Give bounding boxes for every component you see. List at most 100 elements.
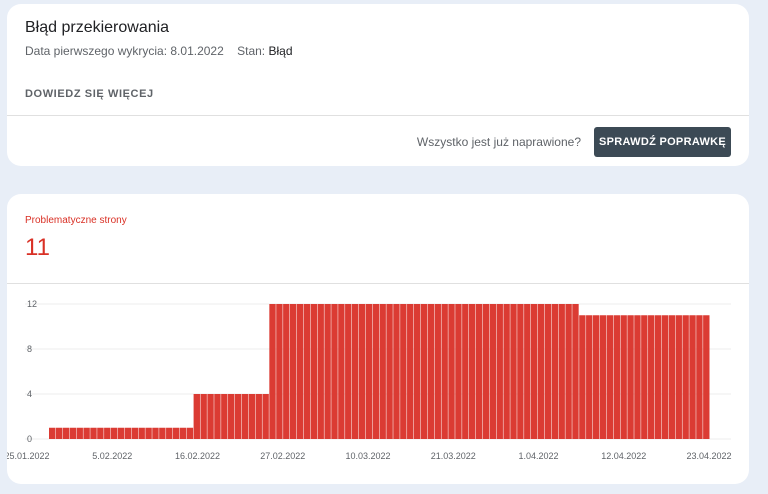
bar	[303, 304, 311, 439]
bar	[289, 304, 297, 439]
bar	[179, 427, 187, 439]
status-value: Błąd	[268, 44, 293, 58]
bar	[641, 315, 648, 439]
bar	[400, 304, 407, 439]
bar	[413, 304, 421, 439]
bar	[83, 427, 90, 439]
bar	[345, 304, 352, 439]
bar	[104, 427, 111, 439]
bar	[517, 304, 524, 439]
bar	[530, 304, 538, 439]
fixed-question: Wszystko jest już naprawione?	[416, 135, 581, 149]
bar	[386, 304, 393, 439]
x-tick-label: 27.02.2022	[260, 451, 305, 461]
x-tick-label: 21.03.2022	[431, 451, 476, 461]
bar	[393, 304, 400, 439]
bar	[475, 304, 483, 439]
bar	[537, 304, 545, 439]
bar	[69, 427, 77, 439]
bar	[696, 315, 703, 439]
problem-pages-count: 11	[25, 234, 50, 261]
bar	[110, 427, 118, 439]
bar	[76, 427, 83, 439]
bar	[579, 315, 586, 439]
bar	[572, 304, 579, 439]
bar	[331, 304, 338, 439]
bar	[434, 304, 441, 439]
issue-meta: Data pierwszego wykrycia: 8.01.2022 Stan…	[25, 44, 293, 58]
bar	[186, 427, 194, 439]
bar	[338, 304, 345, 439]
bar	[228, 394, 235, 439]
bar	[193, 394, 200, 439]
bar	[489, 304, 497, 439]
bar	[558, 304, 565, 439]
bar	[310, 304, 318, 439]
issue-card: Błąd przekierowania Data pierwszego wykr…	[7, 4, 749, 166]
bar	[200, 394, 207, 439]
bar	[599, 315, 607, 439]
chart-card: Problematyczne strony 11 0 4 8 12 25.01.2022…	[7, 194, 749, 484]
bar	[407, 304, 414, 439]
bar	[296, 304, 304, 439]
bar	[586, 315, 593, 439]
bar	[675, 315, 682, 439]
bar	[55, 427, 63, 439]
x-tick-label: 16.02.2022	[175, 451, 220, 461]
bar	[648, 315, 655, 439]
bar	[49, 427, 56, 439]
bar	[166, 427, 173, 439]
bar	[358, 304, 366, 439]
bar	[462, 304, 469, 439]
bar	[455, 304, 462, 439]
bar	[234, 394, 242, 439]
first-detected: Data pierwszego wykrycia: 8.01.2022	[25, 44, 224, 58]
bar	[172, 427, 180, 439]
bar	[689, 315, 696, 439]
y-tick-label: 8	[27, 344, 32, 354]
bar	[551, 304, 559, 439]
bar	[221, 394, 228, 439]
bar	[448, 304, 455, 439]
x-tick-label: 5.02.2022	[92, 451, 132, 461]
bar	[613, 315, 620, 439]
validate-fix-button[interactable]: SPRAWDŹ POPRAWKĘ	[594, 127, 731, 157]
bar	[606, 315, 614, 439]
bar	[510, 304, 517, 439]
bar	[654, 315, 662, 439]
y-tick-label: 0	[27, 434, 32, 444]
bar	[372, 304, 379, 439]
bar	[283, 304, 290, 439]
bar	[207, 394, 214, 439]
bar	[145, 427, 152, 439]
bar	[262, 394, 269, 439]
bar	[634, 315, 641, 439]
bar	[496, 304, 503, 439]
bar	[682, 315, 689, 439]
bar	[317, 304, 324, 439]
bar	[138, 427, 145, 439]
bar	[255, 394, 262, 439]
x-tick-label: 25.01.2022	[7, 451, 50, 461]
bar	[248, 394, 256, 439]
bar	[544, 304, 552, 439]
x-tick-label: 1.04.2022	[518, 451, 558, 461]
bar	[661, 315, 669, 439]
y-tick-label: 4	[27, 389, 32, 399]
problem-pages-label: Problematyczne strony	[25, 215, 127, 226]
bar	[627, 315, 634, 439]
bar	[668, 315, 676, 439]
bar	[241, 394, 249, 439]
bar	[427, 304, 435, 439]
y-tick-label: 12	[27, 299, 37, 309]
bar	[276, 304, 283, 439]
bar	[469, 304, 476, 439]
learn-more-link[interactable]: DOWIEDZ SIĘ WIĘCEJ	[25, 88, 154, 100]
bar	[441, 304, 448, 439]
status-label: Stan:	[237, 44, 266, 58]
bar	[620, 315, 627, 439]
x-tick-label: 23.04.2022	[686, 451, 731, 461]
bar	[90, 427, 97, 439]
bar	[159, 427, 166, 439]
bar	[592, 315, 600, 439]
